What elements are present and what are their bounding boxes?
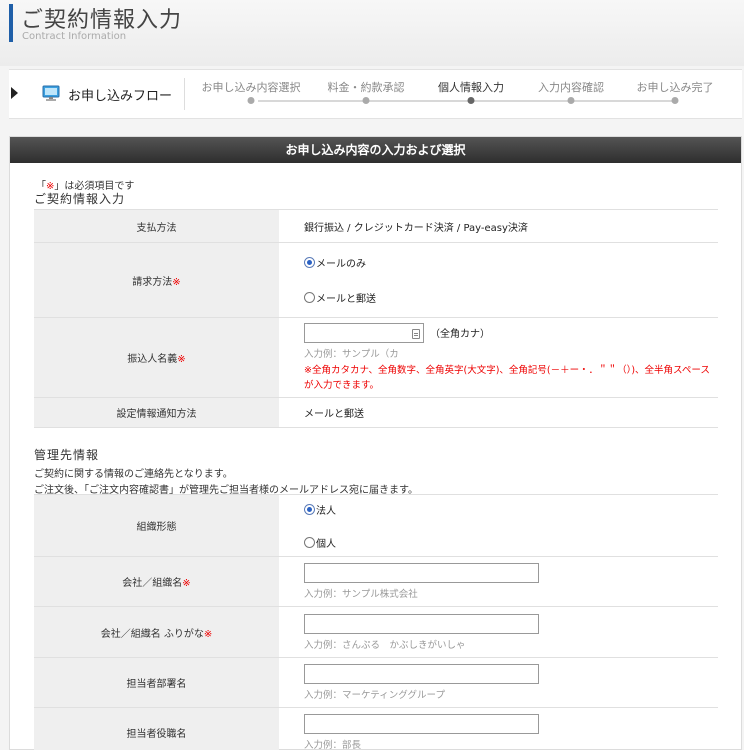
flow-step-dot — [247, 97, 255, 104]
radio-label: 個人 — [316, 538, 336, 550]
company-kana-row: 会社／組織名 ふりがな※ 入力例：さんぷる かぶしきがいしゃ — [34, 606, 718, 658]
department-label: 担当者部署名 — [34, 657, 279, 708]
required-mark: ※ — [182, 578, 191, 589]
notify-method-value: メールと郵送 — [279, 397, 718, 428]
department-cell: 入力例：マーケティンググループ — [279, 657, 718, 708]
radio-unchecked[interactable] — [304, 536, 315, 548]
admin-section-title: 管理先情報 — [34, 448, 100, 462]
notify-method-label: 設定情報通知方法 — [34, 397, 279, 428]
department-row: 担当者部署名 入力例：マーケティンググループ — [34, 657, 718, 708]
org-type-option-corporation[interactable]: 法人 — [304, 502, 718, 517]
org-type-option-individual[interactable]: 個人 — [304, 535, 718, 550]
payer-name-input[interactable] — [304, 322, 424, 343]
required-mark: ※ — [203, 628, 213, 640]
flow-step-select: お申し込み内容選択 — [201, 81, 301, 94]
company-label: 会社／組織名※ — [34, 556, 279, 607]
radio-unchecked[interactable] — [304, 292, 315, 303]
radio-label: 法人 — [316, 505, 336, 517]
required-mark: ※ — [177, 354, 186, 365]
billing-method-label: 請求方法※ — [34, 242, 279, 318]
contract-section-title: ご契約情報入力 — [34, 192, 126, 206]
payment-method-label: 支払方法 — [34, 209, 279, 243]
payer-name-warning: ※全角カタカナ、全角数字、全角英字(大文字)、全角記号(－＋ー・．＂＂（）)、全… — [304, 364, 710, 391]
contract-info-table: 支払方法 銀行振込 / クレジットカード決済 / Pay-easy決済 請求方法… — [34, 209, 718, 428]
department-example: 入力例：マーケティンググループ — [304, 690, 445, 701]
position-example: 入力例：部長 — [304, 740, 362, 750]
flow-step-dot — [671, 97, 679, 104]
position-input[interactable] — [304, 714, 539, 734]
company-cell: 入力例：サンプル株式会社 — [279, 556, 718, 607]
company-input[interactable] — [304, 563, 539, 583]
title-accent-bar — [9, 4, 13, 42]
payer-name-input-wrap: （全角カナ） — [304, 322, 718, 343]
billing-option-email-only[interactable]: メールのみ — [304, 255, 718, 270]
payer-name-cell: （全角カナ） 入力例：サンプル（カ ※全角カタカナ、全角数字、全角英字(大文字)… — [279, 317, 718, 398]
page-header: ご契約情報入力 Contract Information — [0, 0, 744, 66]
org-type-options: 法人 個人 — [279, 494, 718, 557]
page-subtitle: Contract Information — [22, 31, 127, 42]
flow-step-complete: お申し込み完了 — [636, 81, 714, 94]
payer-name-row: 振込人名義※ （全角カナ） 入力例：サンプル（カ ※全角カタカナ、全角数字、全角… — [34, 317, 718, 398]
radio-checked[interactable] — [304, 503, 315, 515]
notify-method-row: 設定情報通知方法 メールと郵送 — [34, 397, 718, 428]
flow-step-personal-info: 個人情報入力 — [438, 81, 504, 94]
flow-arrow-icon — [11, 87, 18, 99]
panel-title: お申し込み内容の入力および選択 — [10, 137, 741, 163]
radio-label: メールのみ — [316, 259, 366, 270]
org-type-row: 組織形態 法人 個人 — [34, 494, 718, 557]
company-example: 入力例：サンプル株式会社 — [304, 589, 418, 600]
company-kana-example: 入力例：さんぷる かぶしきがいしゃ — [304, 639, 466, 651]
billing-method-row: 請求方法※ メールのみ メールと郵送 — [34, 242, 718, 318]
payer-name-example: 入力例：サンプル（カ — [304, 348, 399, 360]
company-label-text: 会社／組織名 — [122, 578, 183, 589]
keyboard-icon — [412, 328, 420, 339]
form-panel: お申し込み内容の入力および選択 「※」は必須項目です ご契約情報入力 支払方法 … — [9, 136, 742, 750]
org-type-label: 組織形態 — [34, 494, 279, 557]
flow-step-dot-current — [467, 97, 475, 104]
payer-name-label-text: 振込人名義 — [127, 354, 178, 365]
position-row: 担当者役職名 入力例：部長 — [34, 707, 718, 750]
position-cell: 入力例：部長 — [279, 707, 718, 750]
billing-option-email-and-post[interactable]: メールと郵送 — [304, 290, 718, 305]
flow-step-confirm: 入力内容確認 — [538, 81, 604, 94]
department-input[interactable] — [304, 664, 539, 684]
payment-method-row: 支払方法 銀行振込 / クレジットカード決済 / Pay-easy決済 — [34, 209, 718, 243]
flow-title: お申し込みフロー — [68, 89, 173, 104]
company-kana-cell: 入力例：さんぷる かぶしきがいしゃ — [279, 606, 718, 658]
billing-method-options: メールのみ メールと郵送 — [279, 242, 718, 318]
required-mark: ※ — [172, 276, 181, 288]
flow-step-dot — [567, 97, 575, 104]
billing-method-label-text: 請求方法 — [132, 276, 173, 288]
admin-info-table: 組織形態 法人 個人 会社／組織名※ 入力例：サンプル株式会社 会社／組織名 ふ… — [34, 494, 718, 750]
company-row: 会社／組織名※ 入力例：サンプル株式会社 — [34, 556, 718, 607]
monitor-icon — [42, 85, 60, 101]
admin-section-desc-1: ご契約に関する情報のご連絡先となります。 — [34, 469, 233, 480]
payer-name-note: （全角カナ） — [430, 329, 490, 340]
page-title: ご契約情報入力 — [21, 8, 183, 33]
application-flow: お申し込みフロー お申し込み内容選択 料金・約款承認 個人情報入力 入力内容確認… — [9, 69, 742, 119]
company-kana-label: 会社／組織名 ふりがな※ — [34, 606, 279, 658]
position-label: 担当者役職名 — [34, 707, 279, 750]
company-kana-label-text: 会社／組織名 ふりがな — [100, 628, 204, 640]
flow-step-dot — [362, 97, 370, 104]
flow-progress-line — [258, 100, 675, 102]
flow-step-approve: 料金・約款承認 — [327, 81, 405, 94]
payer-name-label: 振込人名義※ — [34, 317, 279, 398]
radio-checked[interactable] — [304, 257, 315, 268]
flow-divider — [184, 78, 185, 110]
company-kana-input[interactable] — [304, 613, 539, 634]
payment-method-value: 銀行振込 / クレジットカード決済 / Pay-easy決済 — [279, 209, 718, 243]
radio-label: メールと郵送 — [316, 294, 376, 305]
